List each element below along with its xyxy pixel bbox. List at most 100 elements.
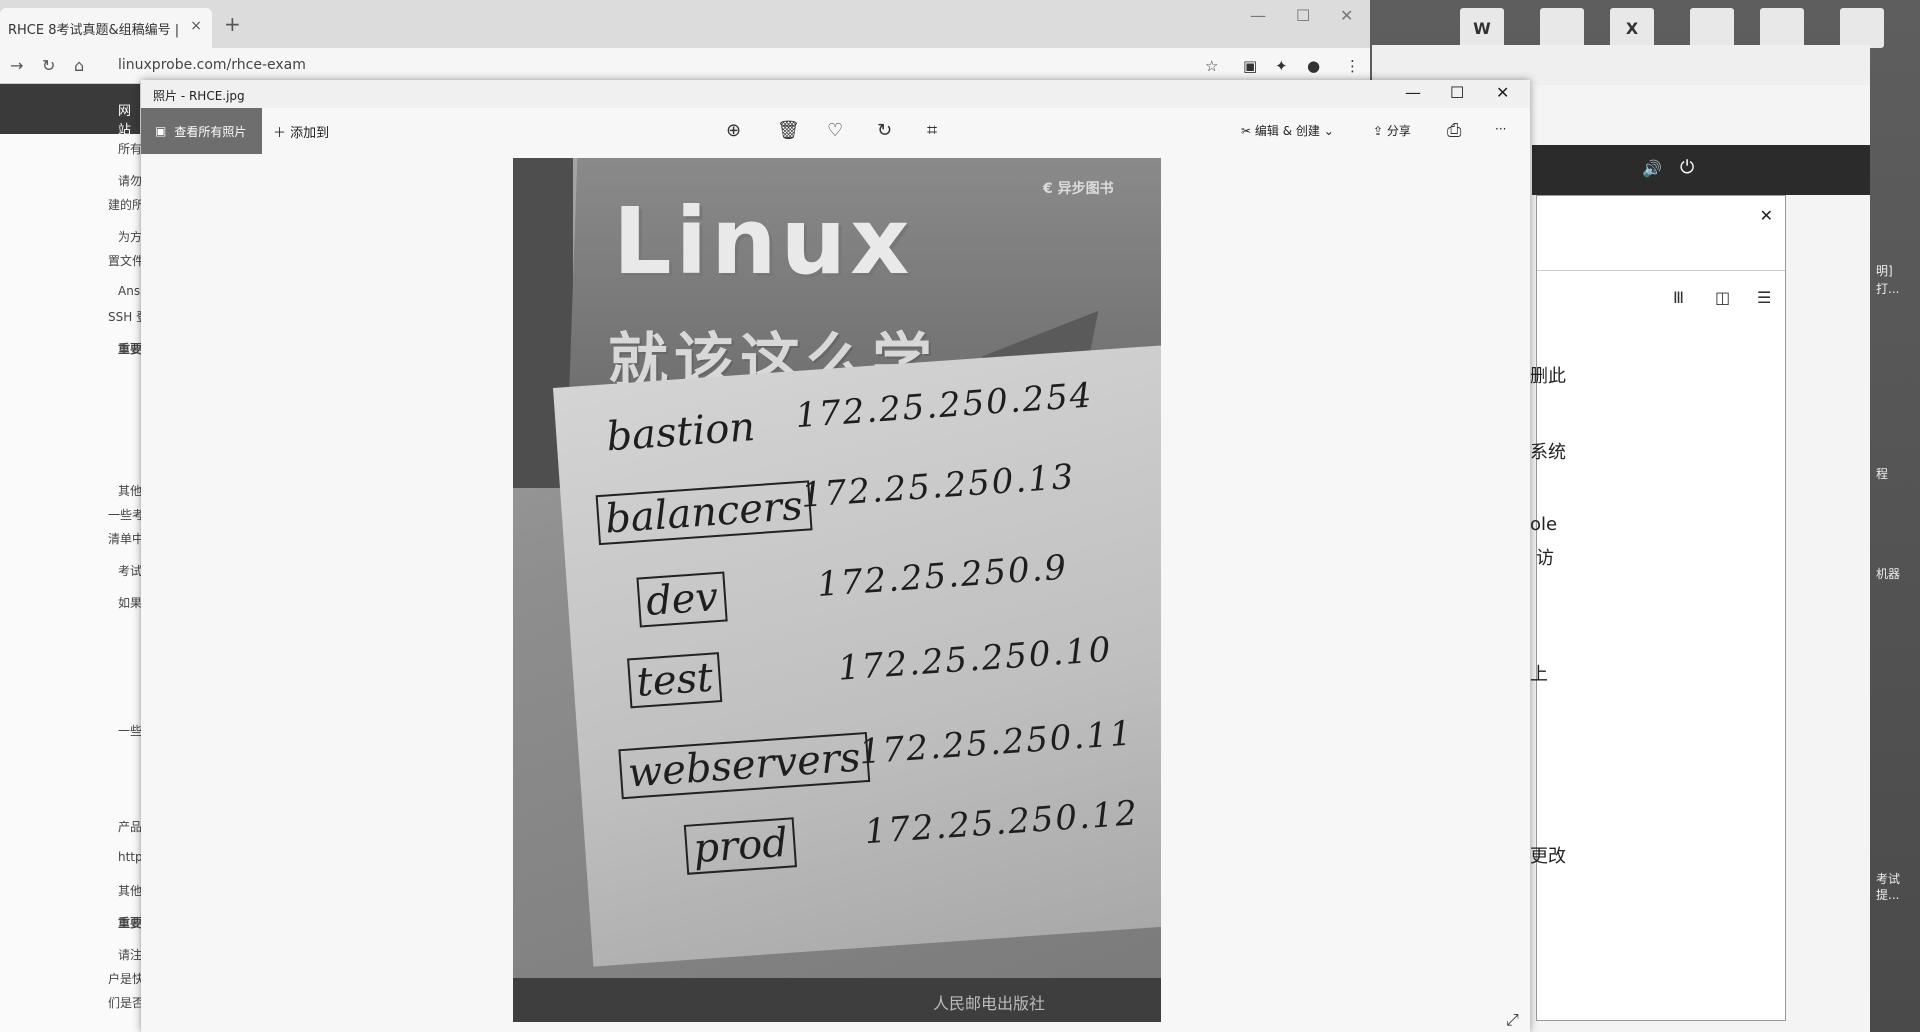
page-text: 考试 (118, 564, 143, 578)
excel-icon[interactable]: X (1610, 8, 1654, 48)
pdf-extension-icon[interactable]: ▣ (1243, 57, 1257, 75)
extensions-icon[interactable]: ✦ (1275, 57, 1288, 75)
page-text: 产品 (118, 820, 143, 834)
close-icon[interactable]: ✕ (1340, 6, 1353, 25)
host-ip: 172.25.250.254 (794, 375, 1095, 437)
page-text: 置文件 (108, 254, 145, 268)
close-icon[interactable]: ✕ (1760, 206, 1773, 225)
profile-avatar[interactable]: ● (1307, 57, 1320, 75)
desktop-label: 打... (1876, 282, 1900, 296)
print-icon[interactable]: ⎙ (1447, 120, 1461, 141)
favorite-icon[interactable]: ♡ (827, 120, 843, 141)
share-button[interactable]: ⇪ 分享 (1373, 122, 1411, 139)
system-tray-bar: 🔊 ⏻ (1532, 145, 1870, 195)
page-text: 户是快 (108, 972, 145, 986)
gallery-icon: ▣ (155, 124, 167, 138)
host-name: webservers (618, 731, 871, 800)
tab-title: RHCE 8考试真题&组稿编号 | (8, 23, 180, 38)
tab-close-icon[interactable]: × (190, 18, 202, 34)
maximize-icon[interactable]: ☐ (1296, 6, 1310, 25)
page-text: 一些考 (108, 508, 145, 522)
photos-toolbar: ▣ 查看所有照片 ＋ 添加到 ⊕ 🗑 ♡ ↻ ⌗ ✂ 编辑 & 创建 ⌄ ⇪ 分… (141, 108, 1530, 154)
panel-text: 上 (1530, 664, 1548, 685)
host-name: balancers (595, 480, 813, 546)
page-header-bar: 网站 (0, 84, 140, 138)
close-button[interactable]: ✕ (1496, 83, 1509, 102)
more-options-button[interactable]: ··· (1495, 122, 1506, 136)
more-menu-icon[interactable]: ⋮ (1345, 57, 1360, 75)
share-label: 分享 (1386, 124, 1411, 138)
host-ip: 172.25.250.9 (815, 547, 1070, 605)
page-text: Ans (118, 284, 141, 298)
handwritten-note: bastion 172.25.250.254 balancers 172.25.… (553, 345, 1161, 967)
book-title: Linux (613, 188, 914, 295)
secondary-panel: ✕ Ⅲ ◫ ☰ (1536, 195, 1786, 1021)
window-title: 照片 - RHCE.jpg (153, 89, 245, 103)
word-icon[interactable]: W (1460, 8, 1504, 48)
library-icon[interactable]: Ⅲ (1673, 288, 1684, 307)
edit-icon: ✂ (1241, 124, 1255, 138)
document-icon[interactable] (1840, 8, 1884, 48)
page-text: 一些 (118, 724, 143, 738)
document-icon[interactable] (1690, 8, 1734, 48)
minimize-icon[interactable]: — (1250, 6, 1266, 25)
host-name: prod (683, 817, 798, 875)
url-field[interactable]: linuxprobe.com/rhce-exam (118, 57, 306, 73)
home-icon[interactable]: ⌂ (74, 56, 84, 75)
desktop-label: 程 (1876, 467, 1889, 481)
photo-viewer-image[interactable]: € 异步图书 Linux 就该这么学 bastion 172.25.250.25… (513, 158, 1161, 1022)
delete-icon[interactable]: 🗑 (777, 120, 800, 141)
page-text: 其他 (118, 484, 143, 498)
add-to-label: 添加到 (290, 126, 330, 141)
page-text: 请勿 (118, 174, 143, 188)
edit-create-button[interactable]: ✂ 编辑 & 创建 ⌄ (1241, 122, 1334, 139)
site-nav-label[interactable]: 网站 (118, 100, 140, 138)
page-text: 其他 (118, 884, 143, 898)
view-all-photos-button[interactable]: ▣ 查看所有照片 (141, 108, 262, 154)
browser-tab[interactable]: RHCE 8考试真题&组稿编号 | × (0, 8, 212, 48)
zoom-icon[interactable]: ⊕ (726, 120, 741, 141)
host-name: bastion (604, 404, 757, 461)
address-bar-row: → ↻ ⌂ linuxprobe.com/rhce-exam ☆ ▣ ✦ ● ⋮ (0, 48, 1370, 84)
crop-icon[interactable]: ⌗ (927, 120, 937, 141)
host-ip: 172.25.250.12 (863, 793, 1141, 853)
desktop-label: 机器 (1876, 567, 1901, 581)
new-tab-button[interactable]: + (224, 12, 241, 36)
chevron-down-icon: ⌄ (1323, 124, 1334, 138)
power-icon[interactable]: ⏻ (1680, 157, 1694, 178)
expand-icon[interactable]: ⤢ (1506, 1010, 1519, 1030)
sidebar-icon[interactable]: ◫ (1715, 288, 1730, 307)
panel-tabbar (1537, 241, 1785, 271)
publisher-name: 人民邮电出版社 (933, 994, 1046, 1013)
star-icon[interactable]: ☆ (1205, 57, 1218, 75)
page-text: 请注 (118, 948, 143, 962)
menu-icon[interactable]: ☰ (1757, 288, 1771, 307)
reload-icon[interactable]: ↻ (42, 56, 55, 75)
host-ip: 172.25.250.11 (857, 713, 1135, 773)
tab-strip: RHCE 8考试真题&组稿编号 | × + — ☐ ✕ (0, 0, 1370, 48)
page-text: 重要 (118, 342, 143, 356)
page-text: 如果 (118, 596, 143, 610)
desktop-label: 考试 (1876, 872, 1901, 886)
document-icon[interactable] (1540, 8, 1584, 48)
desktop-label: 提... (1876, 888, 1900, 902)
page-text: 重要 (118, 916, 143, 930)
host-name: dev (636, 571, 728, 628)
page-text[interactable]: http (118, 850, 143, 864)
share-icon: ⇪ (1373, 124, 1387, 138)
secondary-title-bar (1372, 45, 1870, 85)
edit-create-label: 编辑 & 创建 (1254, 124, 1320, 138)
panel-text: 删此 (1530, 366, 1566, 387)
rotate-icon[interactable]: ↻ (877, 120, 892, 141)
forward-icon[interactable]: → (10, 56, 23, 75)
document-icon[interactable] (1760, 8, 1804, 48)
panel-text: 更改 (1530, 846, 1566, 867)
minimize-button[interactable]: — (1405, 83, 1421, 102)
photos-title-bar: 照片 - RHCE.jpg — ☐ ✕ (141, 80, 1530, 108)
page-text: 为方 (118, 230, 143, 244)
add-to-button[interactable]: ＋ 添加到 (273, 122, 329, 141)
volume-icon[interactable]: 🔊 (1642, 159, 1662, 178)
maximize-button[interactable]: ☐ (1450, 83, 1464, 102)
page-text: 们是否 (108, 996, 145, 1010)
photos-app-window: 照片 - RHCE.jpg — ☐ ✕ ▣ 查看所有照片 ＋ 添加到 ⊕ 🗑 ♡… (141, 80, 1530, 1032)
